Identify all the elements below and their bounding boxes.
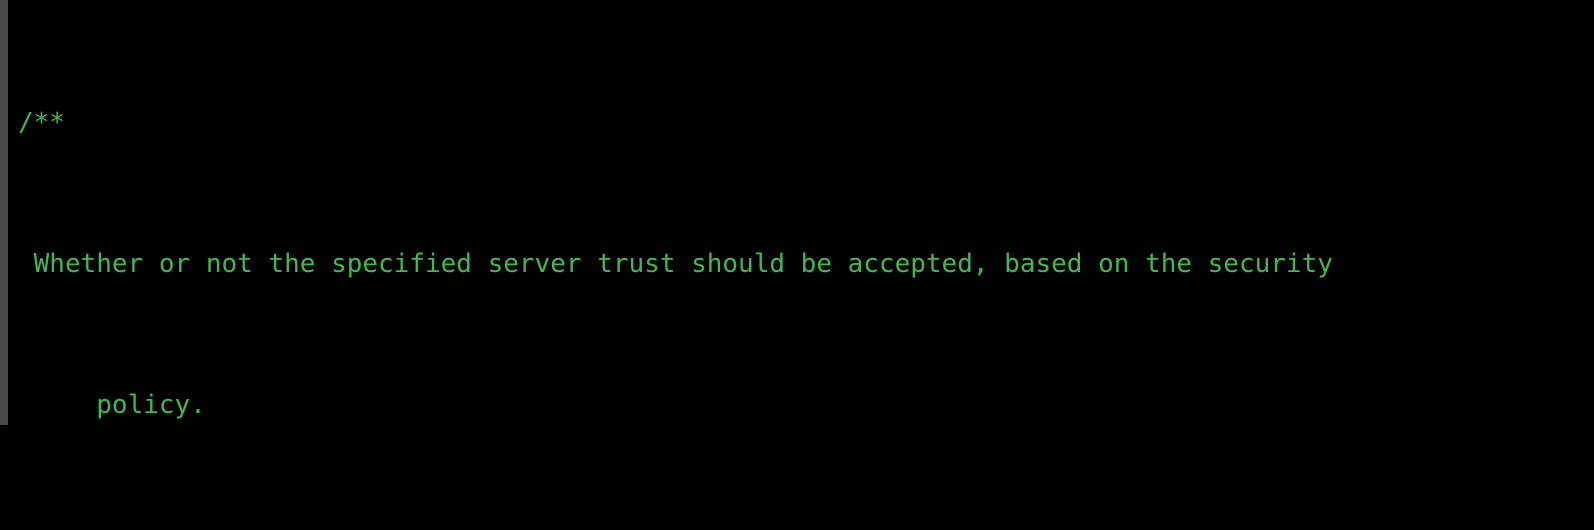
code-line: Whether or not the specified server trus… bbox=[18, 247, 1588, 282]
comment-summary-line-2: policy. bbox=[18, 390, 206, 421]
code-line: /** bbox=[18, 106, 1588, 141]
code-line: policy. bbox=[18, 388, 1588, 423]
comment-summary-line-1: Whether or not the specified server trus… bbox=[18, 249, 1333, 280]
scroll-track-strip[interactable] bbox=[0, 0, 8, 425]
comment-open: /** bbox=[18, 107, 65, 138]
code-viewer: /** Whether or not the specified server … bbox=[0, 0, 1594, 530]
code-block: /** Whether or not the specified server … bbox=[18, 0, 1588, 530]
